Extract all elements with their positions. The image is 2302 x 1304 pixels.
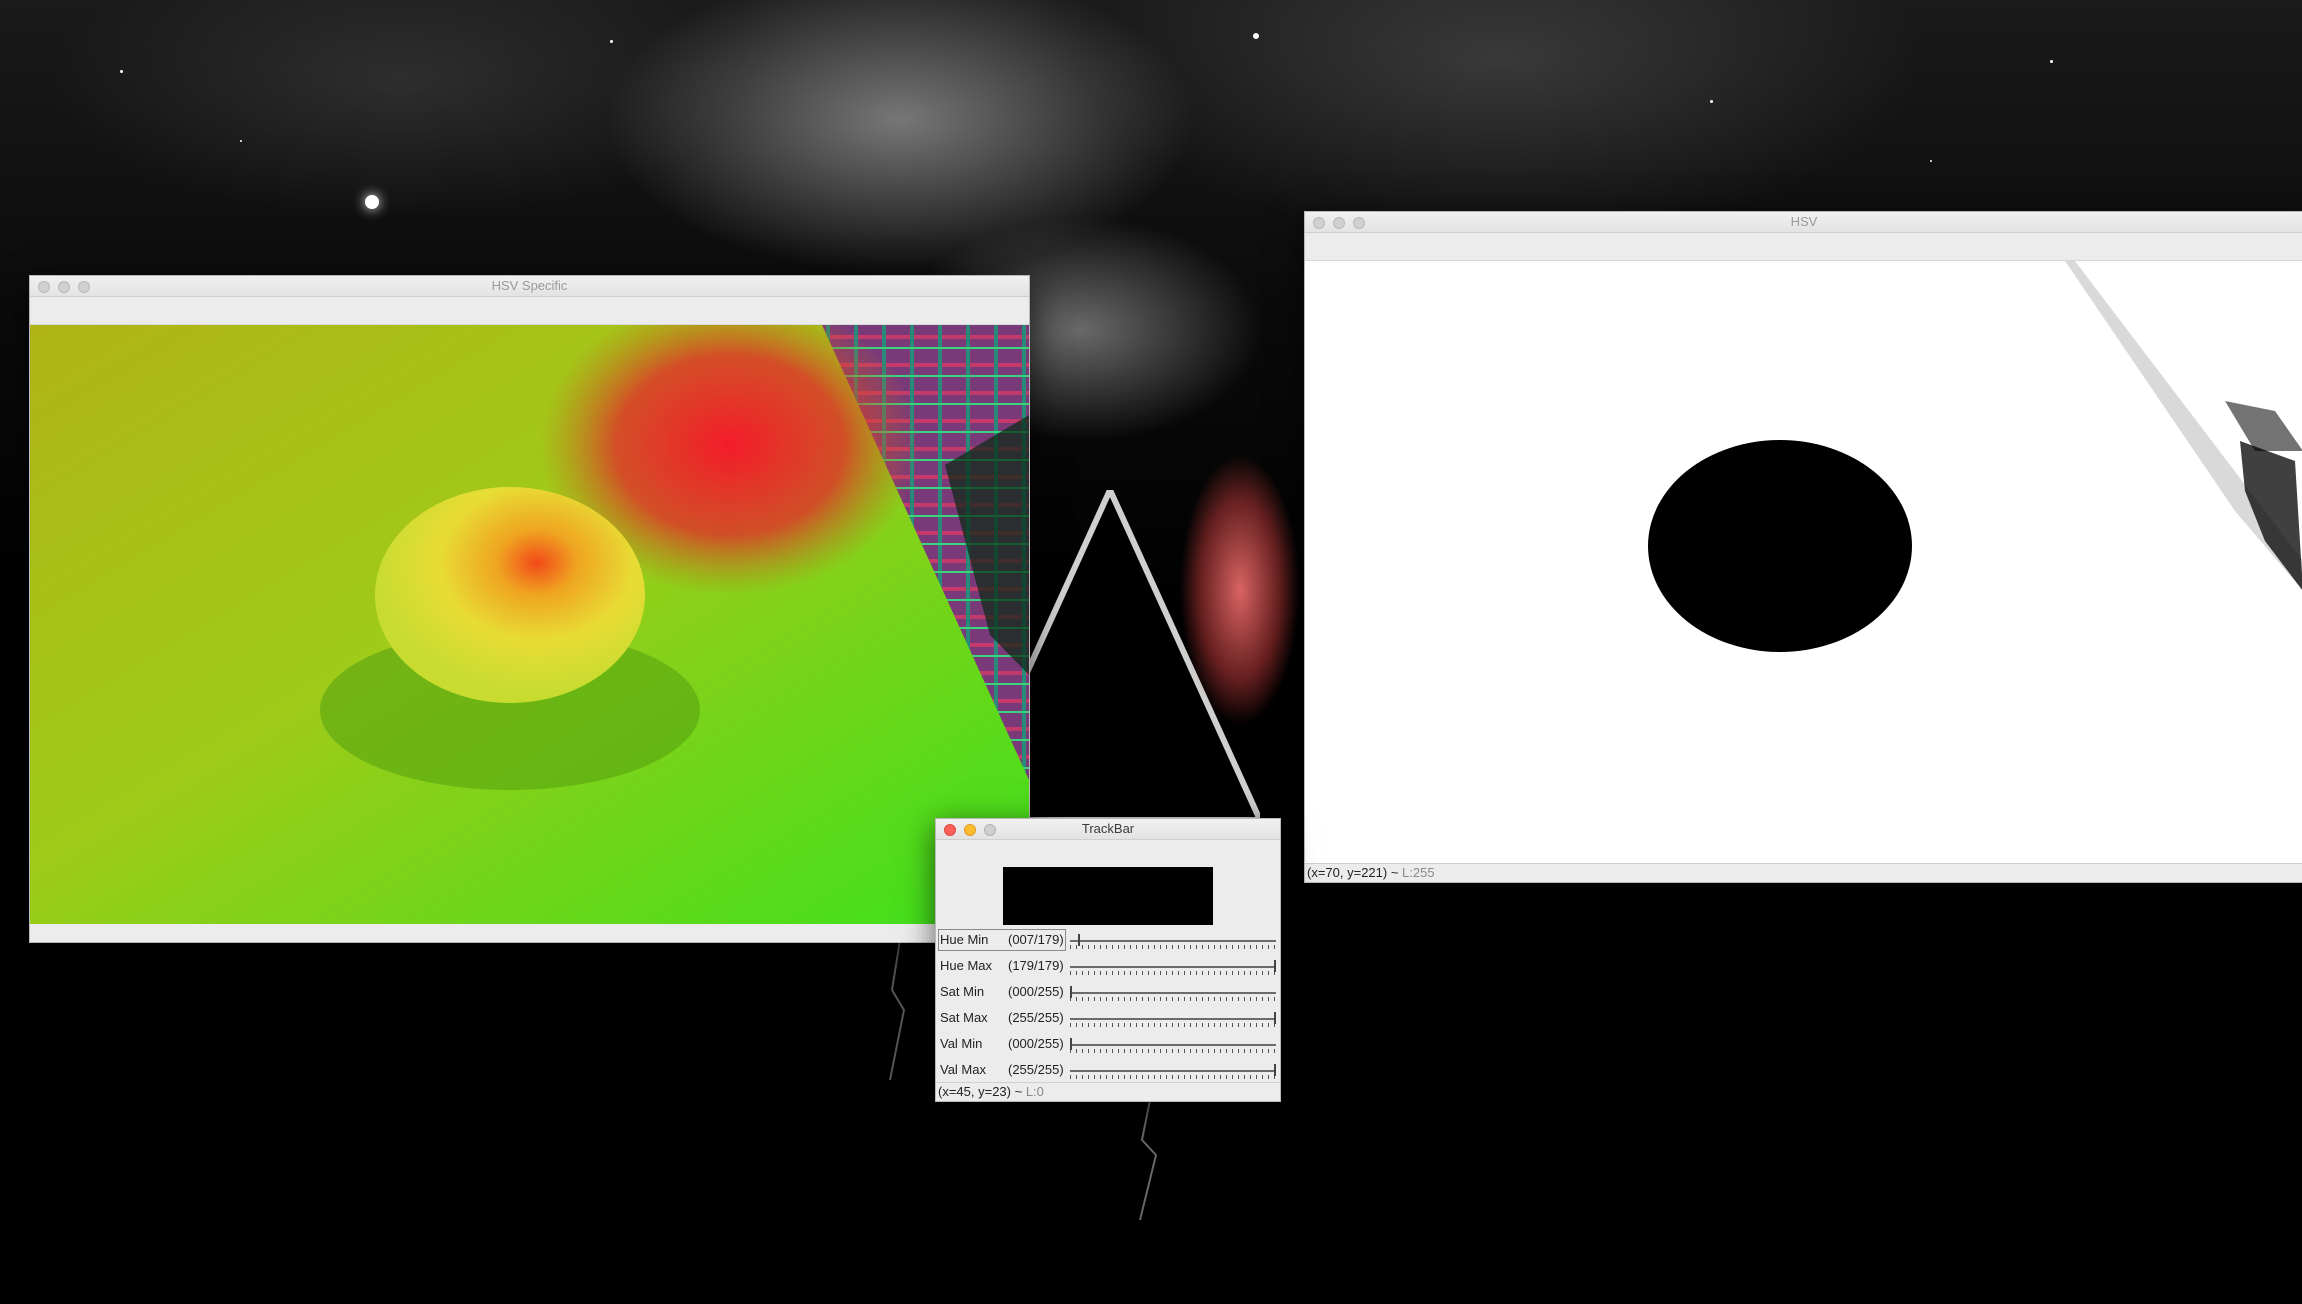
status-coordinates: (x=70, y=221) ~ bbox=[1307, 865, 1399, 880]
hsv-mask-image[interactable] bbox=[1305, 261, 2302, 863]
window-title: HSV Specific bbox=[491, 278, 568, 293]
hsv-window[interactable]: HSV (x=70, y=221) ~ L:255 bbox=[1304, 211, 2302, 883]
toolbar bbox=[1305, 233, 2302, 261]
titlebar[interactable]: TrackBar bbox=[936, 819, 1280, 840]
zoom-icon[interactable] bbox=[984, 824, 996, 836]
lightning-graphic bbox=[889, 940, 906, 1080]
slider-value: (000/255) bbox=[1008, 1036, 1064, 1051]
flame-graphic bbox=[1160, 420, 1310, 800]
slider-value: (255/255) bbox=[1008, 1010, 1064, 1025]
status-bar: (x=45, y=23) ~ L:0 bbox=[936, 1082, 1280, 1101]
star bbox=[120, 70, 123, 73]
slider-val-max[interactable]: Val Max (255/255) bbox=[938, 1058, 1278, 1084]
slider-sat-max[interactable]: Sat Max (255/255) bbox=[938, 1006, 1278, 1032]
slider-track[interactable] bbox=[1070, 992, 1276, 994]
window-title: TrackBar bbox=[1081, 821, 1135, 836]
toolbar bbox=[30, 297, 1029, 325]
minimize-icon[interactable] bbox=[1333, 217, 1345, 229]
slider-track[interactable] bbox=[1070, 1070, 1276, 1072]
slider-sat-min[interactable]: Sat Min (000/255) bbox=[938, 980, 1278, 1006]
slider-thumb[interactable] bbox=[1070, 986, 1072, 998]
minimize-icon[interactable] bbox=[58, 281, 70, 293]
slider-thumb[interactable] bbox=[1077, 934, 1080, 946]
zoom-icon[interactable] bbox=[78, 281, 90, 293]
star bbox=[365, 195, 379, 209]
slider-val-min[interactable]: Val Min (000/255) bbox=[938, 1032, 1278, 1058]
trackbar-preview-image bbox=[1003, 867, 1213, 925]
hsv-specific-window[interactable]: HSV Specific bbox=[29, 275, 1030, 943]
slider-track[interactable] bbox=[1070, 940, 1276, 942]
titlebar[interactable]: HSV Specific bbox=[30, 276, 1029, 297]
star bbox=[610, 40, 613, 43]
slider-value: (179/179) bbox=[1008, 958, 1064, 973]
window-title: HSV bbox=[1790, 214, 1818, 229]
slider-ticks bbox=[1070, 997, 1276, 1001]
close-icon[interactable] bbox=[944, 824, 956, 836]
minimize-icon[interactable] bbox=[964, 824, 976, 836]
status-level: L:0 bbox=[1025, 1084, 1044, 1099]
star bbox=[1253, 33, 1259, 39]
lightning-graphic bbox=[1139, 1100, 1158, 1220]
status-coordinates: (x=45, y=23) ~ bbox=[938, 1084, 1023, 1099]
slider-ticks bbox=[1070, 1049, 1276, 1053]
star bbox=[1710, 100, 1713, 103]
star bbox=[2050, 60, 2053, 63]
zoom-icon[interactable] bbox=[1353, 217, 1365, 229]
slider-track[interactable] bbox=[1070, 1044, 1276, 1046]
slider-hue-max[interactable]: Hue Max (179/179) bbox=[938, 954, 1278, 980]
close-icon[interactable] bbox=[38, 281, 50, 293]
slider-thumb[interactable] bbox=[1274, 960, 1276, 972]
slider-track[interactable] bbox=[1070, 966, 1276, 968]
star bbox=[240, 140, 242, 142]
slider-hue-min[interactable]: Hue Min (007/179) bbox=[938, 928, 1278, 954]
slider-thumb[interactable] bbox=[1274, 1064, 1276, 1076]
trackbar-window[interactable]: TrackBar Hue Min (007/179) Hue Max (179/… bbox=[935, 818, 1281, 1102]
close-icon[interactable] bbox=[1313, 217, 1325, 229]
slider-track[interactable] bbox=[1070, 1018, 1276, 1020]
slider-ticks bbox=[1070, 1023, 1276, 1027]
slider-value: (000/255) bbox=[1008, 984, 1064, 999]
slider-ticks bbox=[1070, 971, 1276, 975]
slider-thumb[interactable] bbox=[1070, 1038, 1072, 1050]
hsv-specific-image bbox=[30, 325, 1029, 924]
titlebar[interactable]: HSV bbox=[1305, 212, 2302, 233]
status-bar: (x=70, y=221) ~ L:255 bbox=[1305, 863, 2302, 882]
slider-value: (255/255) bbox=[1008, 1062, 1064, 1077]
slider-ticks bbox=[1070, 945, 1276, 949]
status-level: L:255 bbox=[1402, 865, 1435, 880]
slider-thumb[interactable] bbox=[1274, 1012, 1276, 1024]
slider-ticks bbox=[1070, 1075, 1276, 1079]
star bbox=[1930, 160, 1932, 162]
slider-value: (007/179) bbox=[1008, 932, 1064, 947]
